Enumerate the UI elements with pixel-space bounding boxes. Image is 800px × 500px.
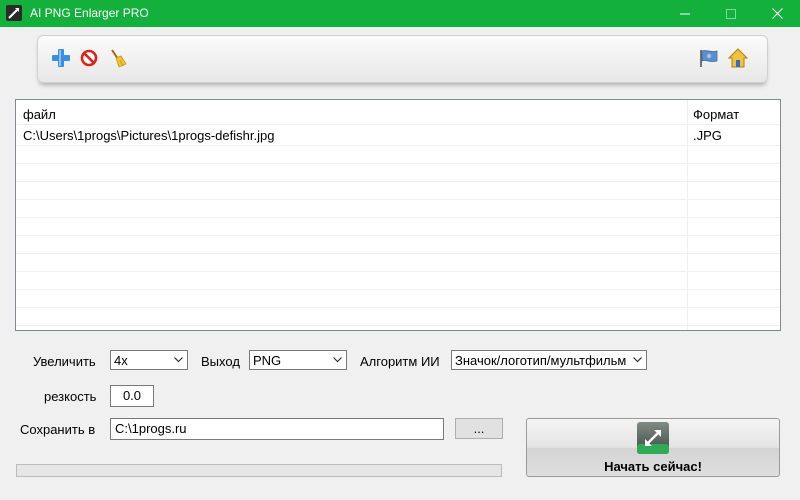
minimize-icon	[680, 13, 690, 14]
empty-row	[16, 271, 780, 290]
chevron-down-icon	[633, 357, 642, 363]
start-button[interactable]: Начать сейчас!	[526, 418, 780, 477]
file-list[interactable]: файл Формат C:\Users\1progs\Pictures\1pr…	[15, 99, 781, 331]
algorithm-select[interactable]: Значок/логотип/мультфильм	[451, 350, 647, 370]
empty-row	[16, 145, 780, 164]
empty-row	[16, 181, 780, 200]
save-path-input[interactable]: C:\1progs.ru	[110, 418, 444, 440]
broom-icon	[111, 49, 127, 68]
progress-bar	[16, 464, 502, 477]
sharpness-value: 0.0	[122, 388, 142, 403]
window-title: AI PNG Enlarger PRO	[30, 6, 149, 20]
minimize-button[interactable]	[662, 0, 708, 27]
sharpness-label: резкость	[44, 389, 97, 404]
expand-arrows-icon	[637, 422, 669, 454]
add-files-button[interactable]	[50, 47, 72, 69]
title-bar: AI PNG Enlarger PRO	[0, 0, 800, 27]
output-format-select[interactable]: PNG	[249, 350, 347, 370]
toolbar	[37, 35, 768, 83]
maximize-icon	[726, 8, 736, 19]
column-header-file[interactable]: файл	[23, 106, 56, 124]
clear-list-button[interactable]	[107, 47, 129, 69]
list-item[interactable]: C:\Users\1progs\Pictures\1progs-defishr.…	[16, 127, 780, 146]
save-to-label: Сохранить в	[20, 422, 96, 437]
scale-value: 4x	[114, 353, 128, 368]
file-format: .JPG	[693, 128, 722, 143]
file-path: C:\Users\1progs\Pictures\1progs-defishr.…	[23, 128, 275, 143]
home-icon	[728, 48, 748, 68]
algorithm-value: Значок/логотип/мультфильм	[455, 353, 627, 368]
plus-icon	[52, 49, 70, 67]
flag-icon	[700, 50, 718, 67]
remove-file-button[interactable]	[78, 47, 100, 69]
scale-select[interactable]: 4x	[110, 350, 188, 370]
empty-row	[16, 253, 780, 272]
output-format-value: PNG	[253, 353, 282, 368]
sharpness-input[interactable]: 0.0	[110, 385, 154, 407]
close-button[interactable]	[754, 0, 800, 27]
list-header: файл Формат	[16, 106, 780, 125]
browse-button-label: ...	[473, 421, 485, 436]
maximize-button[interactable]	[708, 0, 754, 27]
chevron-down-icon	[333, 357, 342, 363]
scale-label: Увеличить	[33, 354, 96, 369]
empty-row	[16, 163, 780, 182]
language-button[interactable]	[698, 47, 720, 69]
save-path-value: C:\1progs.ru	[115, 421, 187, 436]
empty-row	[16, 217, 780, 236]
chevron-down-icon	[174, 357, 183, 363]
empty-row	[16, 199, 780, 218]
empty-row	[16, 289, 780, 308]
algorithm-label: Алгоритм ИИ	[360, 354, 440, 369]
column-header-format[interactable]: Формат	[693, 106, 739, 124]
prohibited-icon	[80, 49, 98, 67]
home-button[interactable]	[727, 47, 749, 69]
empty-row	[16, 235, 780, 254]
output-label: Выход	[201, 354, 240, 369]
empty-row	[16, 307, 780, 326]
close-icon	[771, 8, 783, 19]
browse-button[interactable]: ...	[455, 418, 503, 439]
start-button-label: Начать сейчас!	[604, 459, 702, 474]
app-icon	[6, 5, 22, 21]
